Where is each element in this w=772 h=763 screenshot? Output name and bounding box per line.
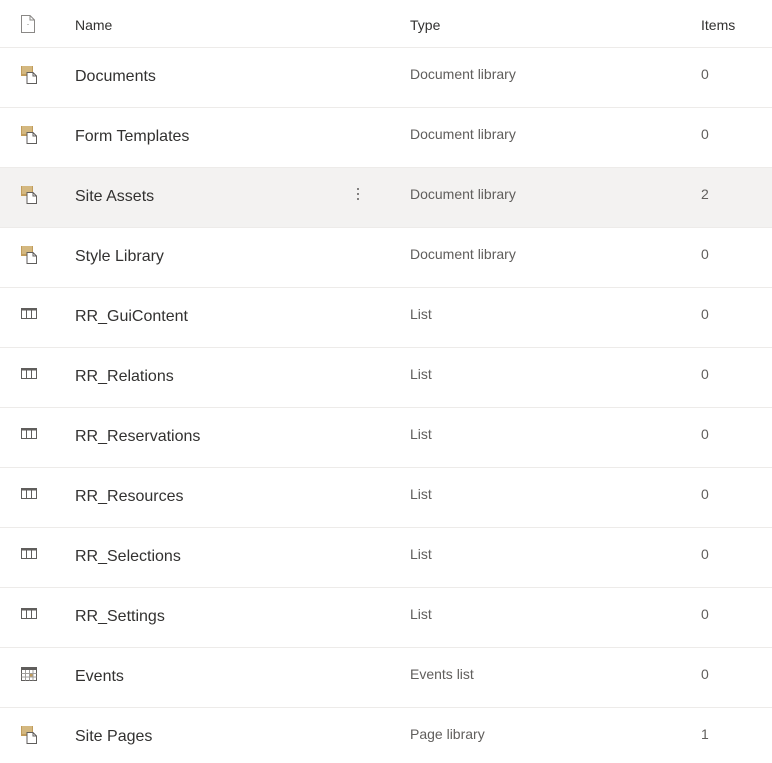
item-name[interactable]: Events [75, 668, 124, 686]
item-name[interactable]: RR_Reservations [75, 428, 200, 446]
list-item[interactable]: RR_Reservations List 0 [0, 408, 772, 468]
list-icon [20, 605, 44, 625]
list-item[interactable]: Site Assets Document library 2 [0, 168, 772, 228]
list-icon [20, 425, 44, 445]
item-count: 1 [701, 726, 709, 742]
column-header-items[interactable]: Items [701, 17, 735, 33]
item-name[interactable]: Form Templates [75, 128, 189, 146]
file-type-icon[interactable] [20, 14, 44, 34]
item-name[interactable]: Documents [75, 68, 156, 86]
list-icon [20, 365, 44, 385]
item-type: List [410, 546, 432, 562]
item-type: List [410, 606, 432, 622]
item-name[interactable]: RR_Selections [75, 548, 181, 566]
item-type: List [410, 306, 432, 322]
document-library-icon [20, 65, 44, 85]
item-count: 0 [701, 366, 709, 382]
list-item[interactable]: Form Templates Document library 0 [0, 108, 772, 168]
list-item[interactable]: Documents Document library 0 [0, 48, 772, 108]
item-type: Document library [410, 186, 516, 202]
column-header-name[interactable]: Name [75, 17, 112, 33]
list-item[interactable]: Site Pages Page library 1 [0, 708, 772, 763]
item-type: Document library [410, 126, 516, 142]
document-library-icon [20, 725, 44, 745]
document-library-icon [20, 185, 44, 205]
item-name[interactable]: Style Library [75, 248, 164, 266]
item-name[interactable]: Site Pages [75, 728, 152, 746]
item-count: 2 [701, 186, 709, 202]
item-type: Page library [410, 726, 485, 742]
list-item[interactable]: Events Events list 0 [0, 648, 772, 708]
item-name[interactable]: RR_GuiContent [75, 308, 188, 326]
list-icon [20, 305, 44, 325]
item-name[interactable]: RR_Settings [75, 608, 165, 626]
list-item[interactable]: RR_Settings List 0 [0, 588, 772, 648]
document-library-icon [20, 245, 44, 265]
list-icon [20, 545, 44, 565]
item-count: 0 [701, 306, 709, 322]
calendar-icon [20, 665, 44, 685]
list-item[interactable]: Style Library Document library 0 [0, 228, 772, 288]
item-type: List [410, 486, 432, 502]
list-header: Name Type Items [0, 0, 772, 48]
list-item[interactable]: RR_Resources List 0 [0, 468, 772, 528]
item-type: List [410, 426, 432, 442]
item-type: Document library [410, 246, 516, 262]
item-count: 0 [701, 66, 709, 82]
item-count: 0 [701, 606, 709, 622]
site-contents-list: Name Type Items Documents Document libra… [0, 0, 772, 763]
column-header-type[interactable]: Type [410, 17, 440, 33]
list-item[interactable]: RR_Selections List 0 [0, 528, 772, 588]
item-type: Document library [410, 66, 516, 82]
item-name[interactable]: Site Assets [75, 188, 154, 206]
list-icon [20, 485, 44, 505]
list-item[interactable]: RR_Relations List 0 [0, 348, 772, 408]
item-count: 0 [701, 486, 709, 502]
item-name[interactable]: RR_Resources [75, 488, 183, 506]
item-type: Events list [410, 666, 474, 682]
more-options-icon[interactable] [350, 182, 366, 206]
document-library-icon [20, 125, 44, 145]
item-name[interactable]: RR_Relations [75, 368, 174, 386]
item-type: List [410, 366, 432, 382]
item-count: 0 [701, 426, 709, 442]
list-item[interactable]: RR_GuiContent List 0 [0, 288, 772, 348]
item-count: 0 [701, 246, 709, 262]
item-count: 0 [701, 126, 709, 142]
item-count: 0 [701, 546, 709, 562]
item-count: 0 [701, 666, 709, 682]
